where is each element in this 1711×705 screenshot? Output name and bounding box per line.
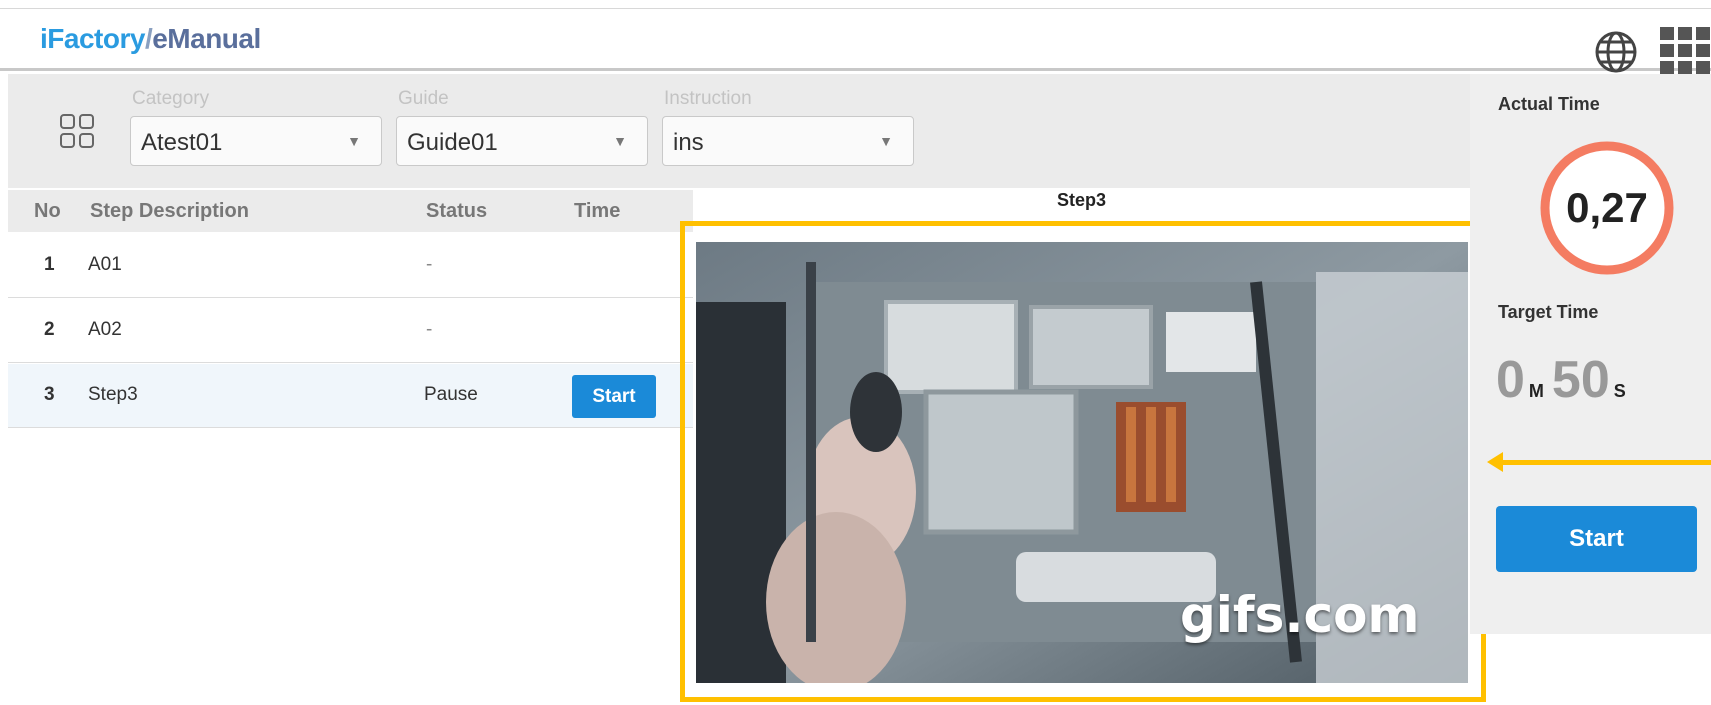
guide-filter: Guide Guide01 ▼: [396, 88, 648, 166]
chevron-down-icon: ▼: [879, 133, 893, 149]
apps-grid-icon[interactable]: [1658, 25, 1711, 75]
category-select[interactable]: Atest01 ▼: [130, 116, 382, 166]
row-status: Pause: [424, 384, 478, 405]
category-label: Category: [132, 88, 210, 109]
target-seconds: 50: [1551, 351, 1610, 409]
annotation-arrow-line: [1498, 460, 1711, 465]
row-description: A02: [88, 319, 122, 340]
row-status: -: [426, 319, 433, 340]
seconds-unit: S: [1613, 381, 1626, 401]
row-number: 1: [44, 254, 55, 275]
app-header: iFactory/eManual: [0, 9, 1711, 74]
category-filter: Category Atest01 ▼: [130, 88, 382, 166]
actual-time-label: Actual Time: [1498, 94, 1600, 114]
row-start-button[interactable]: Start: [572, 375, 656, 418]
arrow-left-icon: [1487, 452, 1503, 472]
brand-product: eManual: [152, 23, 261, 54]
grid-view-icon[interactable]: [58, 112, 96, 150]
steps-table-header: No Step Description Status Time: [8, 190, 693, 232]
step-title: Step3: [693, 190, 1470, 218]
col-description: Step Description: [90, 200, 249, 222]
table-row[interactable]: 1 A01 -: [8, 234, 693, 298]
actual-time-value: 0,27: [1566, 184, 1648, 231]
category-value: Atest01: [141, 129, 223, 156]
col-no: No: [34, 200, 61, 222]
filter-bar: Category Atest01 ▼ Guide Guide01 ▼ Instr…: [8, 74, 1470, 188]
row-status: -: [426, 254, 433, 275]
row-number: 2: [44, 319, 55, 340]
media-highlight-box: [680, 221, 1486, 702]
minutes-unit: M: [1528, 381, 1544, 401]
target-time-value: 0 M 50 S: [1496, 350, 1634, 410]
row-description: A01: [88, 254, 122, 275]
instruction-label: Instruction: [664, 88, 752, 109]
timer-panel: Actual Time 0,27 Target Time 0 M 50 S Start: [1470, 74, 1711, 634]
start-button[interactable]: Start: [1496, 506, 1697, 572]
col-time: Time: [574, 200, 621, 222]
target-minutes: 0: [1496, 351, 1525, 409]
instruction-value: ins: [673, 129, 704, 156]
col-status: Status: [426, 200, 488, 222]
guide-select[interactable]: Guide01 ▼: [396, 116, 648, 166]
instruction-select[interactable]: ins ▼: [662, 116, 914, 166]
brand-name: iFactory: [40, 23, 145, 54]
table-row-selected[interactable]: 3 Step3 Pause Start: [8, 364, 693, 428]
target-time-label: Target Time: [1498, 302, 1599, 322]
row-description: Step3: [88, 384, 138, 405]
app-logo[interactable]: iFactory/eManual: [40, 23, 261, 55]
row-number: 3: [44, 384, 55, 405]
guide-label: Guide: [398, 88, 449, 109]
chevron-down-icon: ▼: [347, 133, 361, 149]
globe-icon[interactable]: [1593, 29, 1639, 75]
chevron-down-icon: ▼: [613, 133, 627, 149]
instruction-filter: Instruction ins ▼: [662, 88, 914, 166]
guide-value: Guide01: [407, 129, 498, 156]
table-row[interactable]: 2 A02 -: [8, 299, 693, 363]
